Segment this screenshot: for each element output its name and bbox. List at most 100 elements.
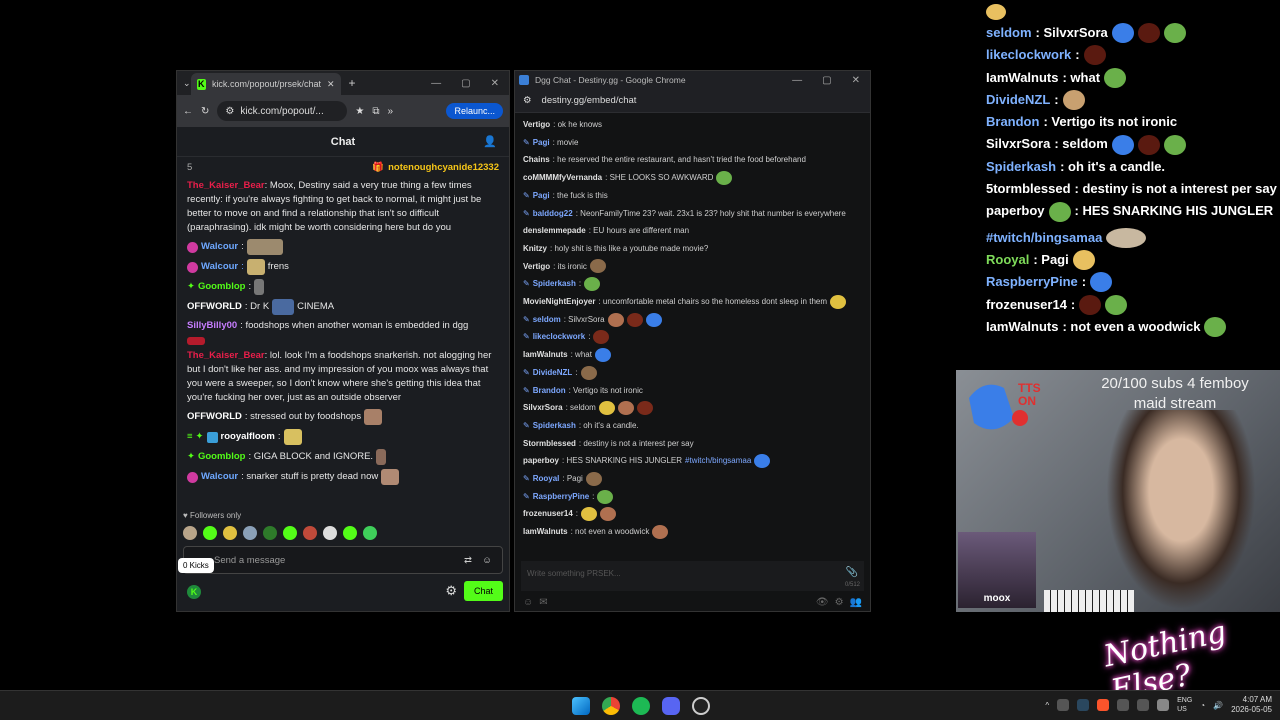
pinned-user[interactable]: 🎁 notenoughcyanide12332	[372, 161, 499, 175]
dgg-username[interactable]: IamWalnuts	[523, 346, 568, 364]
close-window-icon[interactable]: ✕	[852, 75, 860, 86]
emote-button[interactable]	[223, 526, 237, 540]
dgg-username[interactable]: Spiderkash	[533, 275, 576, 293]
more-chevron-icon[interactable]: »	[388, 106, 394, 117]
network-icon[interactable]	[1157, 699, 1170, 711]
tray-chevron-icon[interactable]: ^	[1045, 701, 1049, 710]
eye-icon[interactable]: 👁	[816, 597, 829, 608]
chat-username[interactable]: The_Kaiser_Bear	[187, 350, 265, 361]
dgg-username[interactable]: Pagi	[533, 134, 550, 152]
chat-username[interactable]: Walcour	[201, 240, 238, 254]
minimize-icon[interactable]: —	[431, 78, 441, 89]
steam-icon[interactable]	[1077, 699, 1090, 711]
maximize-icon[interactable]: ▢	[461, 78, 470, 89]
chat-username[interactable]: OFFWORLD	[187, 300, 242, 314]
whispers-icon[interactable]: ✉	[539, 597, 547, 608]
dgg-username[interactable]: seldom	[533, 311, 561, 329]
kick-chat-window[interactable]: ⌄ K kick.com/popout/prsek/chat ✕ + — ▢ ✕…	[176, 70, 510, 612]
chat-send-button[interactable]: Chat	[463, 581, 503, 601]
close-window-icon[interactable]: ✕	[491, 78, 499, 89]
chat-username[interactable]: Walcour	[201, 260, 238, 274]
dgg-username[interactable]: Brandon	[533, 382, 566, 400]
new-tab-icon[interactable]: +	[349, 76, 356, 90]
site-info-icon[interactable]: ⚙	[523, 95, 532, 106]
emote-button[interactable]	[203, 526, 217, 540]
attach-icon[interactable]: 📎	[846, 567, 858, 578]
dgg-username[interactable]: SilvxrSora	[523, 399, 563, 417]
chat-username[interactable]: Goomblop	[198, 280, 246, 294]
send-message-input[interactable]: Send a message ⇄ ☺	[183, 546, 503, 574]
dgg-username[interactable]: Vertigo	[523, 258, 550, 276]
extensions-icon[interactable]: ⧉	[372, 106, 379, 117]
emote-button[interactable]	[183, 526, 197, 540]
dgg-username[interactable]: DivideNZL	[533, 364, 573, 382]
maximize-icon[interactable]: ▢	[822, 75, 831, 86]
emote-button[interactable]	[323, 526, 337, 540]
dgg-username[interactable]: MovieNightEnjoyer	[523, 293, 595, 311]
dgg-message-input[interactable]: Write something PRSEK... 📎	[521, 561, 864, 591]
chat-username[interactable]: rooyalfloom	[221, 430, 275, 444]
dgg-username[interactable]: paperboy	[523, 452, 559, 470]
dgg-username[interactable]: Stormblessed	[523, 435, 576, 453]
chat-username[interactable]: OFFWORLD	[187, 410, 242, 424]
chat-username[interactable]: The_Kaiser_Bear	[187, 180, 265, 191]
close-tab-icon[interactable]: ✕	[327, 79, 335, 90]
windows-start-icon[interactable]	[572, 697, 590, 715]
spotify-icon[interactable]	[632, 697, 650, 715]
user-settings-icon[interactable]: 👤	[483, 135, 497, 148]
users-icon[interactable]: 👥	[850, 597, 862, 608]
dgg-username[interactable]: likeclockwork	[533, 328, 585, 346]
settings-gear-icon[interactable]: ⚙	[835, 597, 844, 608]
emote-button[interactable]	[363, 526, 377, 540]
tray-app-icon[interactable]	[1137, 699, 1150, 711]
chat-username[interactable]: SillyBilly00	[187, 319, 237, 333]
emote-button[interactable]	[343, 526, 357, 540]
address-bar[interactable]: ⚙ kick.com/popout/...	[217, 101, 348, 121]
translate-icon[interactable]: ⇄	[464, 555, 472, 566]
dgg-username[interactable]: Vertigo	[523, 116, 550, 134]
tray-app-icon[interactable]	[1057, 699, 1070, 711]
dgg-username[interactable]: Knitzy	[523, 240, 547, 258]
dgg-username[interactable]: Spiderkash	[533, 417, 576, 435]
settings-gear-icon[interactable]: ⚙	[445, 583, 457, 599]
chrome-icon[interactable]	[602, 697, 620, 715]
back-icon[interactable]: ←	[183, 106, 193, 117]
obs-icon[interactable]	[692, 697, 710, 715]
clock[interactable]: 4:07 AM 2026-05-05	[1231, 695, 1272, 715]
emote-button[interactable]	[303, 526, 317, 540]
dgg-username[interactable]: Pagi	[533, 187, 550, 205]
dgg-username[interactable]: IamWalnuts	[523, 523, 568, 541]
dgg-username[interactable]: Rooyal	[533, 470, 560, 488]
dgg-username[interactable]: balddog22	[533, 205, 573, 223]
wifi-icon[interactable]: ◔	[1200, 701, 1205, 710]
dgg-message-link[interactable]: #twitch/bingsamaa	[685, 452, 751, 470]
brave-icon[interactable]	[1097, 699, 1110, 711]
volume-icon[interactable]: 🔊	[1213, 701, 1223, 710]
emote-button[interactable]	[283, 526, 297, 540]
minimize-icon[interactable]: —	[792, 75, 802, 86]
dgg-chat-window[interactable]: Dgg Chat - Destiny.gg - Google Chrome — …	[514, 70, 871, 612]
dgg-address-bar[interactable]: ⚙ destiny.gg/embed/chat	[515, 89, 870, 113]
bookmark-star-icon[interactable]: ★	[355, 106, 364, 117]
dgg-username[interactable]: Chains	[523, 151, 550, 169]
emote-button[interactable]	[243, 526, 257, 540]
dgg-username[interactable]: RaspberryPine	[533, 488, 589, 506]
relaunch-button[interactable]: Relaunc...	[446, 103, 503, 119]
dgg-message-text: :	[588, 332, 591, 342]
dgg-username[interactable]: frozenuser14	[523, 505, 573, 523]
emote-button[interactable]	[263, 526, 277, 540]
tab-list-icon[interactable]: ⌄	[183, 78, 191, 89]
language-indicator[interactable]: ENG US	[1177, 696, 1192, 714]
dgg-username[interactable]: denslemmepade	[523, 222, 586, 240]
kick-tab[interactable]: K kick.com/popout/prsek/chat ✕	[190, 73, 341, 95]
reload-icon[interactable]: ↻	[201, 106, 209, 117]
discord-icon[interactable]	[662, 697, 680, 715]
site-info-icon[interactable]: ⚙	[225, 106, 234, 117]
tray-app-icon[interactable]	[1117, 699, 1130, 711]
kick-logo-icon[interactable]: K	[187, 585, 201, 599]
emoji-icon[interactable]: ☺	[523, 597, 533, 608]
dgg-username[interactable]: coMMMMfyVernanda	[523, 169, 602, 187]
emoji-icon[interactable]: ☺	[482, 555, 492, 566]
chat-username[interactable]: Walcour	[201, 470, 238, 484]
chat-username[interactable]: Goomblop	[198, 450, 246, 464]
